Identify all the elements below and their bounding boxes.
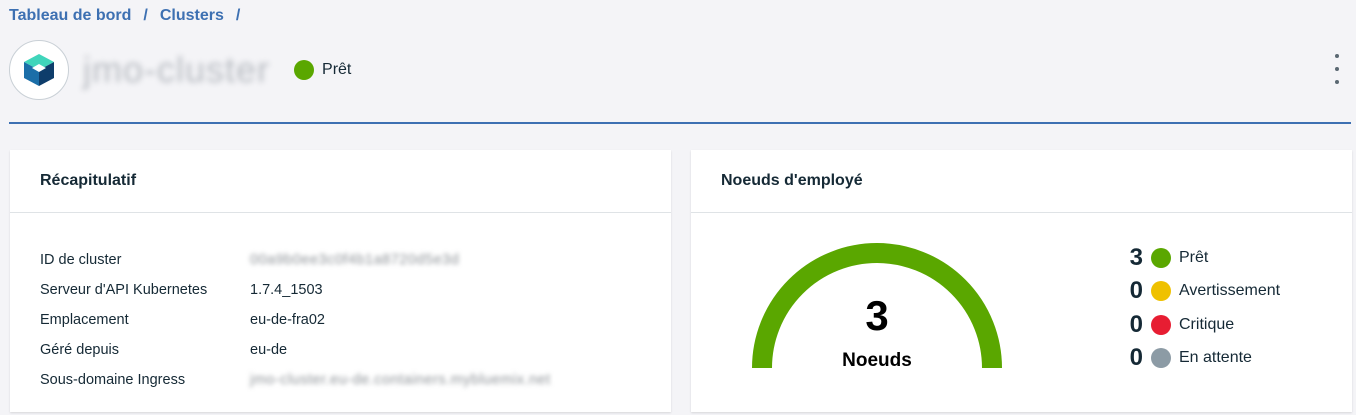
legend-count: 3 <box>1129 243 1143 271</box>
cluster-header: jmo-cluster Prêt <box>9 40 1339 100</box>
worker-nodes-total: 3 <box>865 292 889 339</box>
legend-count: 0 <box>1129 310 1143 338</box>
legend-label: Avertissement <box>1179 282 1281 300</box>
summary-details-list: ID de cluster 00a9b0ee3c0f4b1a8720d5e3d … <box>40 245 551 395</box>
legend-item-ready: 3 Prêt <box>1123 241 1280 275</box>
status-ready-icon <box>294 60 315 80</box>
cluster-id-value: 00a9b0ee3c0f4b1a8720d5e3d <box>250 252 460 268</box>
header-divider <box>9 122 1351 124</box>
legend-label: Prêt <box>1179 248 1209 266</box>
breadcrumb: Tableau de bord / Clusters / <box>9 7 252 25</box>
status-label: Prêt <box>322 61 352 78</box>
summary-key: Serveur d'API Kubernetes <box>40 282 208 298</box>
legend-item-warning: 0 Avertissement <box>1123 275 1280 309</box>
summary-key: Géré depuis <box>40 342 119 358</box>
status-critical-icon <box>1151 314 1171 335</box>
worker-nodes-card-title: Noeuds d'employé <box>691 150 1352 213</box>
ingress-subdomain-value: jmo-cluster.eu-de.containers.mybluemix.n… <box>250 372 551 388</box>
worker-nodes-legend: 3 Prêt 0 Avertissement 0 Critique 0 En a… <box>1123 241 1280 375</box>
summary-row-managed-from: Géré depuis eu-de <box>40 335 551 365</box>
kubernetes-service-cube-icon <box>24 54 54 86</box>
overflow-menu-vertical-icon[interactable] <box>1332 54 1342 84</box>
location-value: eu-de-fra02 <box>250 312 325 328</box>
legend-item-pending: 0 En attente <box>1123 342 1280 376</box>
legend-label: Critique <box>1179 315 1235 333</box>
breadcrumb-clusters-link[interactable]: Clusters <box>160 7 224 25</box>
status-ready-icon <box>1151 247 1171 268</box>
status-warning-icon <box>1151 281 1171 302</box>
summary-key: Sous-domaine Ingress <box>40 372 186 388</box>
summary-card: Récapitulatif ID de cluster 00a9b0ee3c0f… <box>10 150 671 412</box>
summary-row-cluster-id: ID de cluster 00a9b0ee3c0f4b1a8720d5e3d <box>40 245 551 275</box>
summary-key: ID de cluster <box>40 252 122 268</box>
status-pending-icon <box>1151 348 1171 369</box>
avatar <box>9 40 69 100</box>
breadcrumb-dashboard-link[interactable]: Tableau de bord <box>9 7 131 25</box>
legend-count: 0 <box>1129 277 1143 305</box>
summary-row-api-server: Serveur d'API Kubernetes 1.7.4_1503 <box>40 275 551 305</box>
summary-card-title: Récapitulatif <box>10 150 671 213</box>
summary-row-ingress-subdomain: Sous-domaine Ingress jmo-cluster.eu-de.c… <box>40 365 551 395</box>
legend-item-critical: 0 Critique <box>1123 308 1280 342</box>
api-server-version-value: 1.7.4_1503 <box>250 282 323 298</box>
worker-nodes-card: Noeuds d'employé 3 Noeuds 3 Prêt 0 Avert… <box>691 150 1352 412</box>
legend-count: 0 <box>1129 344 1143 372</box>
cluster-name: jmo-cluster <box>83 49 271 90</box>
summary-key: Emplacement <box>40 312 129 328</box>
legend-label: En attente <box>1179 349 1252 367</box>
cluster-status: Prêt <box>294 60 351 80</box>
worker-nodes-total-label: Noeuds <box>842 350 912 371</box>
managed-from-value: eu-de <box>250 342 288 358</box>
summary-row-location: Emplacement eu-de-fra02 <box>40 305 551 335</box>
breadcrumb-separator: / <box>143 7 148 24</box>
breadcrumb-separator: / <box>235 7 241 24</box>
